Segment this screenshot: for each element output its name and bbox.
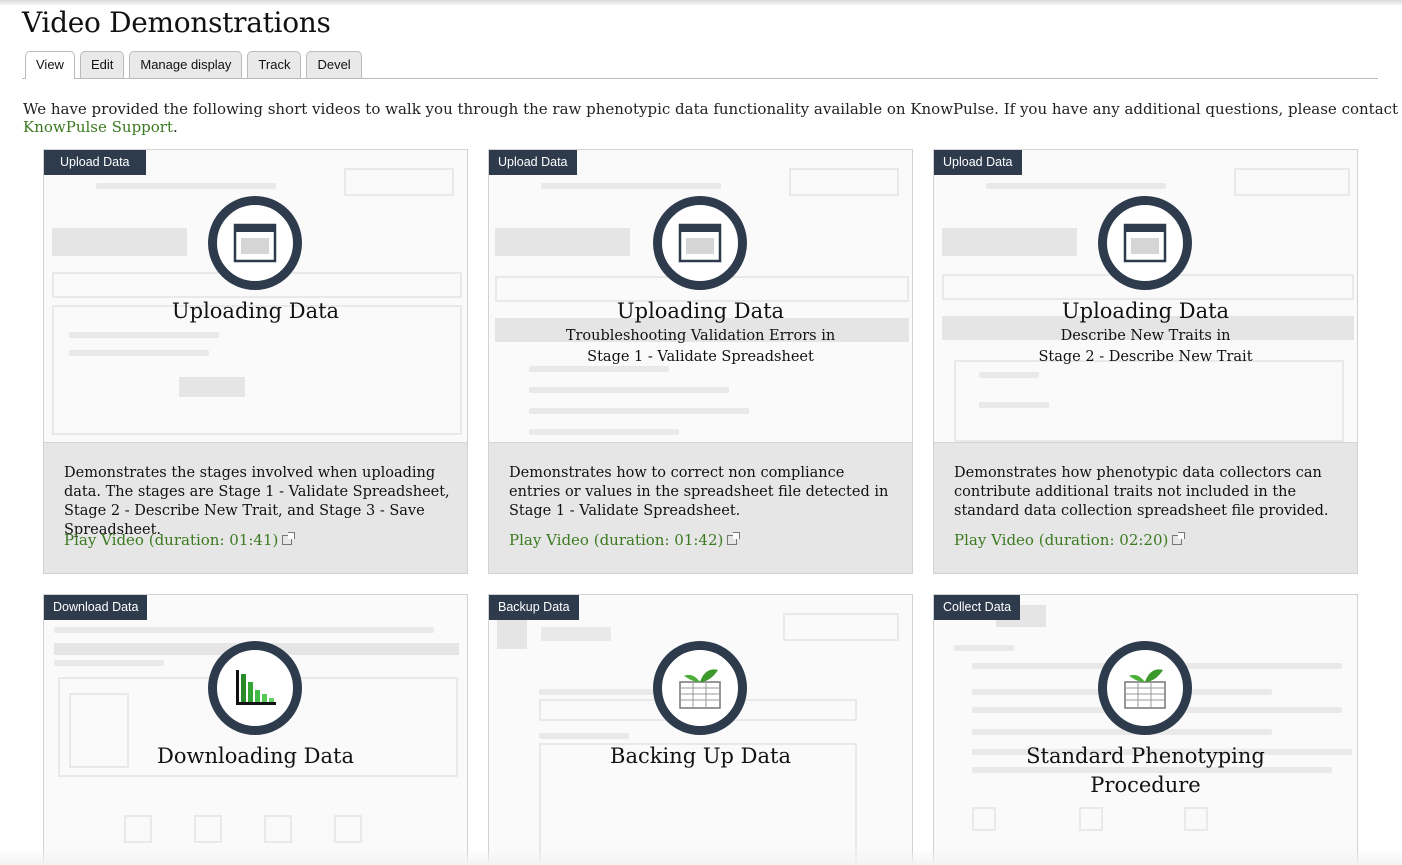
category-badge: Collect Data	[934, 595, 1021, 620]
window-icon	[208, 196, 302, 290]
video-thumbnail[interactable]: Backup Data Backing Up Data	[489, 595, 912, 865]
video-card-troubleshooting: Upload Data Uploading Data Troubleshooti…	[488, 149, 913, 574]
video-subtitle-line-2: Stage 2 - Describe New Trait	[1038, 349, 1253, 365]
intro-text: We have provided the following short vid…	[23, 100, 1399, 118]
video-thumbnail[interactable]: Upload Data Uploading Data	[44, 150, 467, 442]
video-description: Demonstrates how phenotypic data collect…	[954, 465, 1329, 519]
bar-chart-icon	[208, 641, 302, 735]
video-description: Demonstrates the stages involved when up…	[64, 465, 450, 538]
video-thumbnail[interactable]: Upload Data Uploading Data Describe New …	[934, 150, 1357, 442]
tab-bar: View Edit Manage display Track Devel	[25, 51, 367, 79]
category-badge: Upload Data	[934, 150, 1022, 175]
video-description-panel: Demonstrates how to correct non complian…	[489, 442, 912, 573]
intro-end: .	[173, 118, 178, 136]
intro-paragraph: We have provided the following short vid…	[23, 100, 1402, 136]
video-subtitle-line-1: Troubleshooting Validation Errors in	[565, 328, 836, 344]
window-icon	[653, 196, 747, 290]
video-card-backing-up-data: Backup Data Backing Up Data	[488, 594, 913, 865]
video-title: Standard Phenotyping	[1026, 744, 1265, 768]
video-title: Uploading Data	[171, 299, 340, 323]
tab-manage-display[interactable]: Manage display	[129, 51, 243, 78]
play-video-label: Play Video (duration: 01:42)	[509, 531, 724, 549]
video-card-standard-phenotyping: Collect Data Standard Phenotyping Proced…	[933, 594, 1358, 865]
external-link-icon	[727, 532, 741, 545]
video-card-uploading-data: Upload Data Uploading Data Demonstrates …	[43, 149, 468, 574]
page-title: Video Demonstrations	[22, 6, 331, 39]
video-subtitle-line-2: Stage 1 - Validate Spreadsheet	[587, 349, 814, 365]
video-description-panel: Demonstrates the stages involved when up…	[44, 442, 467, 573]
play-video-link[interactable]: Play Video (duration: 02:20)	[954, 531, 1186, 549]
video-thumbnail[interactable]: Collect Data Standard Phenotyping Proced…	[934, 595, 1357, 865]
tab-devel[interactable]: Devel	[306, 51, 362, 78]
video-title: Backing Up Data	[610, 744, 791, 768]
tab-track[interactable]: Track	[247, 51, 302, 78]
video-title-line-2: Procedure	[1090, 773, 1201, 797]
video-subtitle-line-1: Describe New Traits in	[1060, 328, 1231, 344]
video-title: Uploading Data	[1061, 299, 1230, 323]
tab-view[interactable]: View	[25, 51, 75, 79]
category-badge: Backup Data	[489, 595, 579, 620]
video-thumbnail[interactable]: Upload Data Uploading Data Troubleshooti…	[489, 150, 912, 442]
category-badge: Download Data	[44, 595, 148, 620]
category-badge: Upload Data	[489, 150, 577, 175]
tab-edit[interactable]: Edit	[79, 51, 125, 78]
support-link[interactable]: KnowPulse Support	[23, 118, 173, 136]
play-video-label: Play Video (duration: 01:41)	[64, 531, 279, 549]
spreadsheet-leaf-icon	[653, 641, 747, 735]
video-description-panel: Demonstrates how phenotypic data collect…	[934, 442, 1357, 573]
video-card-describe-new-traits: Upload Data Uploading Data Describe New …	[933, 149, 1358, 574]
thumbnail-background	[44, 150, 467, 442]
play-video-label: Play Video (duration: 02:20)	[954, 531, 1169, 549]
video-thumbnail[interactable]: Download Data Downloading Data	[44, 595, 467, 865]
external-link-icon	[1172, 532, 1186, 545]
thumbnail-background	[934, 150, 1357, 442]
category-badge: Upload Data	[44, 150, 146, 175]
external-link-icon	[282, 532, 296, 545]
thumbnail-background	[489, 150, 912, 442]
play-video-link[interactable]: Play Video (duration: 01:42)	[509, 531, 741, 549]
video-description: Demonstrates how to correct non complian…	[509, 465, 889, 519]
spreadsheet-leaf-icon	[1098, 641, 1192, 735]
bottom-fade	[0, 850, 1402, 865]
video-card-downloading-data: Download Data Downloading Data	[43, 594, 468, 865]
video-title: Downloading Data	[157, 744, 354, 768]
video-title: Uploading Data	[616, 299, 785, 323]
window-icon	[1098, 196, 1192, 290]
play-video-link[interactable]: Play Video (duration: 01:41)	[64, 531, 296, 549]
